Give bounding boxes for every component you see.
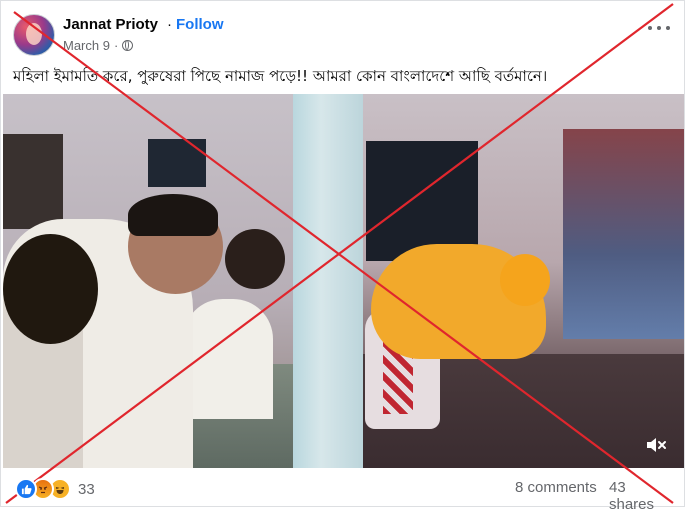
follow-button[interactable]: Follow bbox=[176, 16, 224, 33]
video-scene-woman-hood bbox=[500, 254, 550, 306]
video-scene-man-hair bbox=[128, 194, 218, 236]
video-scene-doorway bbox=[3, 134, 63, 229]
video-scene-background-people bbox=[563, 129, 684, 339]
author-avatar[interactable] bbox=[13, 14, 55, 56]
more-options-icon[interactable] bbox=[648, 21, 670, 35]
public-globe-icon bbox=[122, 40, 134, 51]
volume-muted-icon[interactable] bbox=[645, 436, 667, 454]
shares-count-link[interactable]: 43 shares bbox=[609, 479, 672, 513]
post-video[interactable] bbox=[3, 94, 684, 468]
post-caption: মহিলা ইমামতি করে, পুরুষেরা পিছে নামাজ পড… bbox=[13, 67, 548, 85]
video-scene-window bbox=[148, 139, 206, 187]
post-meta: March 9 · bbox=[63, 38, 134, 53]
reactions-summary[interactable]: 33 bbox=[15, 478, 95, 500]
meta-dot: · bbox=[113, 38, 119, 53]
video-scene-person-back bbox=[183, 299, 273, 419]
post-footer: 33 8 comments 43 shares bbox=[13, 473, 672, 513]
video-scene-person-back-head bbox=[225, 229, 285, 289]
comments-count-link[interactable]: 8 comments bbox=[515, 479, 597, 496]
author-name[interactable]: Jannat Prioty bbox=[63, 16, 158, 33]
video-scene-window-right bbox=[366, 141, 478, 261]
video-scene-pillar bbox=[293, 94, 363, 468]
separator-dot: · bbox=[167, 16, 172, 33]
post-header: Jannat Prioty · Follow March 9 · bbox=[13, 13, 672, 57]
video-scene-man-foreground-head bbox=[3, 234, 98, 344]
reaction-count: 33 bbox=[78, 480, 95, 498]
facebook-post: Jannat Prioty · Follow March 9 · মহিলা ই… bbox=[0, 0, 685, 513]
like-reaction-icon bbox=[15, 478, 37, 500]
post-date[interactable]: March 9 bbox=[63, 38, 110, 53]
